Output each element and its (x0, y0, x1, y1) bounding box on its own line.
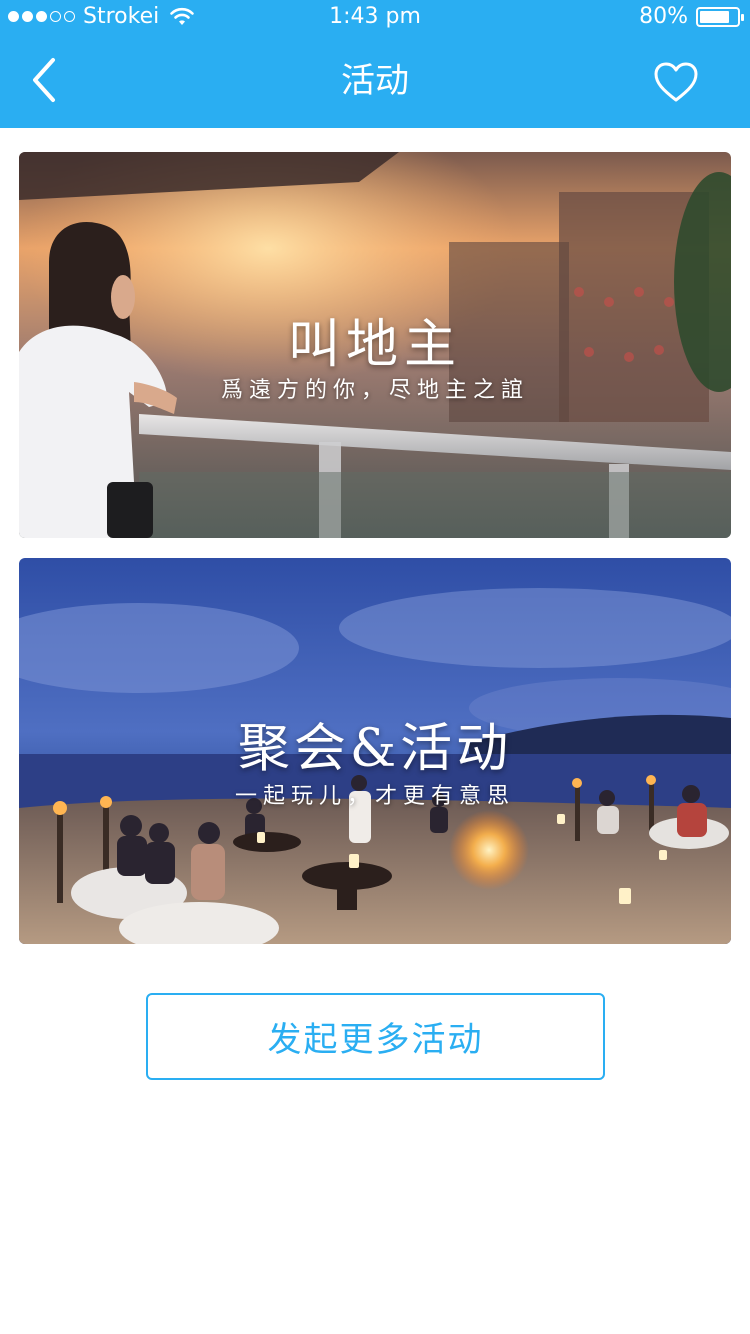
battery-percentage: 80% (639, 4, 688, 29)
battery-level-fill (700, 10, 729, 23)
activity-card-local-host[interactable]: 叫地主 爲遠方的你，尽地主之誼 (19, 152, 731, 538)
card-title: 聚会&活动 (237, 719, 513, 779)
battery-icon (696, 6, 744, 27)
page-title: 活动 (341, 61, 409, 101)
status-time: 1:43 pm (329, 4, 421, 29)
card-subtitle: 一起玩儿，才更有意思 (234, 784, 515, 809)
favorite-button[interactable] (646, 52, 706, 112)
nav-bar: 活动 (0, 34, 750, 128)
heart-outline-icon (654, 62, 698, 102)
activity-card-gathering[interactable]: 聚会&活动 一起玩儿，才更有意思 (19, 558, 731, 944)
card-subtitle: 爲遠方的你，尽地主之誼 (220, 378, 529, 403)
start-more-activities-button[interactable]: 发起更多活动 (146, 993, 605, 1080)
status-bar: Strokei 1:43 pm 80% (0, 0, 750, 34)
app-header: Strokei 1:43 pm 80% 活动 (0, 0, 750, 128)
status-right: 80% (639, 4, 744, 29)
card-title: 叫地主 (287, 315, 462, 375)
